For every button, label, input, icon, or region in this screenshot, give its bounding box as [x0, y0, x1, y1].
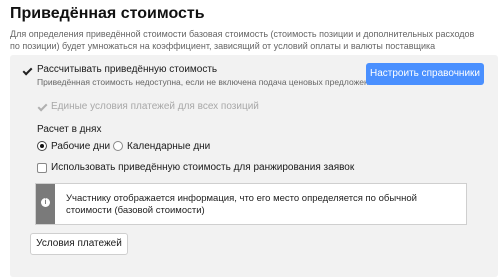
- calc-reduced-checkbox[interactable]: [22, 66, 32, 76]
- radio-calendar-days-label: Календарные дни: [127, 141, 211, 152]
- days-calc-label: Расчет в днях: [37, 124, 102, 135]
- page-description: Для определения приведённой стоимости ба…: [10, 29, 475, 51]
- radio-working-days-label: Рабочие дни: [51, 141, 111, 152]
- info-message-text: Участнику отображается информация, что е…: [66, 193, 417, 216]
- use-for-ranking-label: Использовать приведённую стоимость для р…: [51, 162, 355, 173]
- info-side-bar: i: [36, 184, 55, 224]
- radio-working-days[interactable]: [37, 141, 47, 151]
- calc-reduced-hint: Приведённая стоимость недоступна, если н…: [37, 77, 379, 87]
- use-for-ranking-checkbox[interactable]: [37, 163, 47, 173]
- payment-terms-button[interactable]: Условия платежей: [30, 233, 128, 255]
- info-message-box: i Участнику отображается информация, что…: [35, 183, 467, 225]
- calc-reduced-label: Рассчитывать приведённую стоимость: [37, 64, 218, 75]
- radio-calendar-days[interactable]: [113, 141, 123, 151]
- page-title: Приведённая стоимость: [10, 5, 205, 22]
- uniform-terms-label: Единые условия платежей для всех позиций: [51, 101, 259, 112]
- configure-directories-button[interactable]: Настроить справочники: [366, 63, 484, 85]
- info-icon: i: [41, 198, 50, 207]
- uniform-terms-checkbox[interactable]: [37, 102, 47, 112]
